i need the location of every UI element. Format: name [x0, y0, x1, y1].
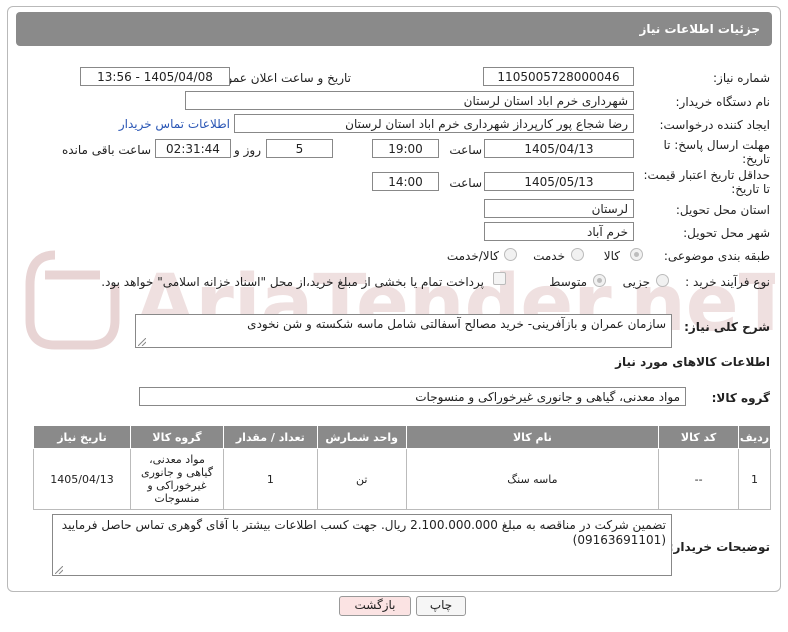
- cell-qty: 1: [222, 448, 318, 510]
- col-date: تاریخ نیاز: [33, 425, 131, 449]
- city-field: خرم آباد: [484, 222, 634, 241]
- category-radio-goods[interactable]: [630, 248, 643, 261]
- col-qty: تعداد / مقدار: [222, 425, 318, 449]
- days-label: روز و: [234, 143, 261, 157]
- province-field: لرستان: [484, 199, 634, 218]
- deadline-label-2: تاریخ:: [742, 152, 770, 166]
- goods-group-field: مواد معدنی، گیاهی و جانوری غیرخوراکی و م…: [139, 387, 686, 406]
- validity-date-field: 1405/05/13: [484, 172, 634, 191]
- buyer-notes-textarea[interactable]: تضمین شرکت در مناقصه به مبلغ 2.100.000.0…: [52, 514, 672, 576]
- need-number-label: شماره نیاز:: [713, 71, 770, 85]
- cell-group-line: گیاهی و جانوری: [140, 466, 213, 479]
- province-label: استان محل تحویل:: [675, 203, 770, 217]
- process-option-medium: متوسط: [549, 275, 587, 289]
- panel-header: جزئیات اطلاعات نیاز: [16, 12, 772, 46]
- buyer-notes-label: توضیحات خریدار:: [668, 540, 770, 554]
- process-radio-medium[interactable]: [593, 274, 606, 287]
- treasury-payment-checkbox[interactable]: [493, 272, 506, 285]
- cell-group: مواد معدنی، گیاهی و جانوری غیرخوراکی و م…: [130, 448, 224, 510]
- announce-field: 1405/04/08 - 13:56: [80, 67, 230, 86]
- buyer-org-label: نام دستگاه خریدار:: [675, 95, 771, 109]
- goods-group-label: گروه کالا:: [711, 391, 770, 405]
- table-header-row: ردیف کد کالا نام کالا واحد شمارش تعداد /…: [33, 425, 771, 449]
- resize-handle-icon[interactable]: [138, 338, 146, 346]
- process-option-minor: جزیی: [622, 275, 650, 289]
- buyer-notes-line: (09163691101): [572, 533, 666, 547]
- cell-code: --: [658, 448, 740, 510]
- remaining-time-field: 02:31:44: [155, 139, 231, 158]
- category-label: طبقه بندی موضوعی:: [663, 249, 770, 263]
- need-number-field: 1105005728000046: [483, 67, 634, 86]
- goods-section-title: اطلاعات کالاهای مورد نیاز: [615, 355, 770, 369]
- creator-field: رضا شجاع پور کارپرداز شهرداری خرم اباد ا…: [234, 114, 634, 133]
- remaining-label: ساعت باقی مانده: [61, 143, 151, 157]
- col-group: گروه کالا: [130, 425, 224, 449]
- print-button[interactable]: چاپ: [416, 596, 466, 616]
- category-option-goods-service: کالا/خدمت: [446, 249, 499, 263]
- resize-handle-icon[interactable]: [55, 566, 63, 574]
- cell-unit: تن: [316, 448, 407, 510]
- goods-table: ردیف کد کالا نام کالا واحد شمارش تعداد /…: [33, 425, 771, 510]
- category-radio-service[interactable]: [571, 248, 584, 261]
- cell-date: 1405/04/13: [33, 448, 131, 510]
- process-radio-minor[interactable]: [656, 274, 669, 287]
- validity-time-field: 14:00: [372, 172, 439, 191]
- col-unit: واحد شمارش: [316, 425, 407, 449]
- col-code: کد کالا: [658, 425, 740, 449]
- cell-group-line: غیرخوراکی و: [147, 479, 207, 492]
- creator-label: ایجاد کننده درخواست:: [659, 118, 770, 132]
- process-label: نوع فرآیند خرید :: [685, 275, 770, 289]
- city-label: شهر محل تحویل:: [683, 226, 770, 240]
- days-field: 5: [266, 139, 333, 158]
- category-option-goods: کالا: [603, 249, 620, 263]
- min-validity-label-1: حداقل تاریخ اعتبار قیمت:: [643, 168, 770, 182]
- deadline-label-1: مهلت ارسال پاسخ: تا: [663, 138, 770, 152]
- buyer-notes-line: تضمین شرکت در مناقصه به مبلغ 2.100.000.0…: [61, 518, 666, 532]
- cell-group-line: مواد معدنی،: [149, 453, 205, 466]
- description-textarea[interactable]: سازمان عمران و بازآفرینی- خرید مصالح آسف…: [135, 314, 672, 348]
- deadline-time-label: ساعت: [449, 143, 482, 157]
- cell-name: ماسه سنگ: [405, 448, 660, 510]
- cell-group-line: منسوجات: [154, 492, 200, 505]
- description-label: شرح کلی نیاز:: [684, 320, 770, 334]
- col-row: ردیف: [738, 425, 771, 449]
- min-validity-label-2: تا تاریخ:: [731, 182, 770, 196]
- col-name: نام کالا: [405, 425, 660, 449]
- contact-info-link[interactable]: اطلاعات تماس خریدار: [119, 117, 230, 131]
- table-row[interactable]: 1 -- ماسه سنگ تن 1 مواد معدنی، گیاهی و ج…: [33, 448, 771, 510]
- validity-time-label: ساعت: [449, 176, 482, 190]
- category-radio-goods-service[interactable]: [504, 248, 517, 261]
- back-button[interactable]: بازگشت: [339, 596, 411, 616]
- page-title: جزئیات اطلاعات نیاز: [639, 22, 760, 36]
- cell-row: 1: [738, 448, 771, 510]
- deadline-time-field: 19:00: [372, 139, 439, 158]
- category-option-service: خدمت: [533, 249, 565, 263]
- treasury-payment-note: پرداخت تمام یا بخشی از مبلغ خرید،از محل …: [101, 275, 484, 289]
- buyer-org-field: شهرداری خرم اباد استان لرستان: [185, 91, 634, 110]
- deadline-date-field: 1405/04/13: [484, 139, 634, 158]
